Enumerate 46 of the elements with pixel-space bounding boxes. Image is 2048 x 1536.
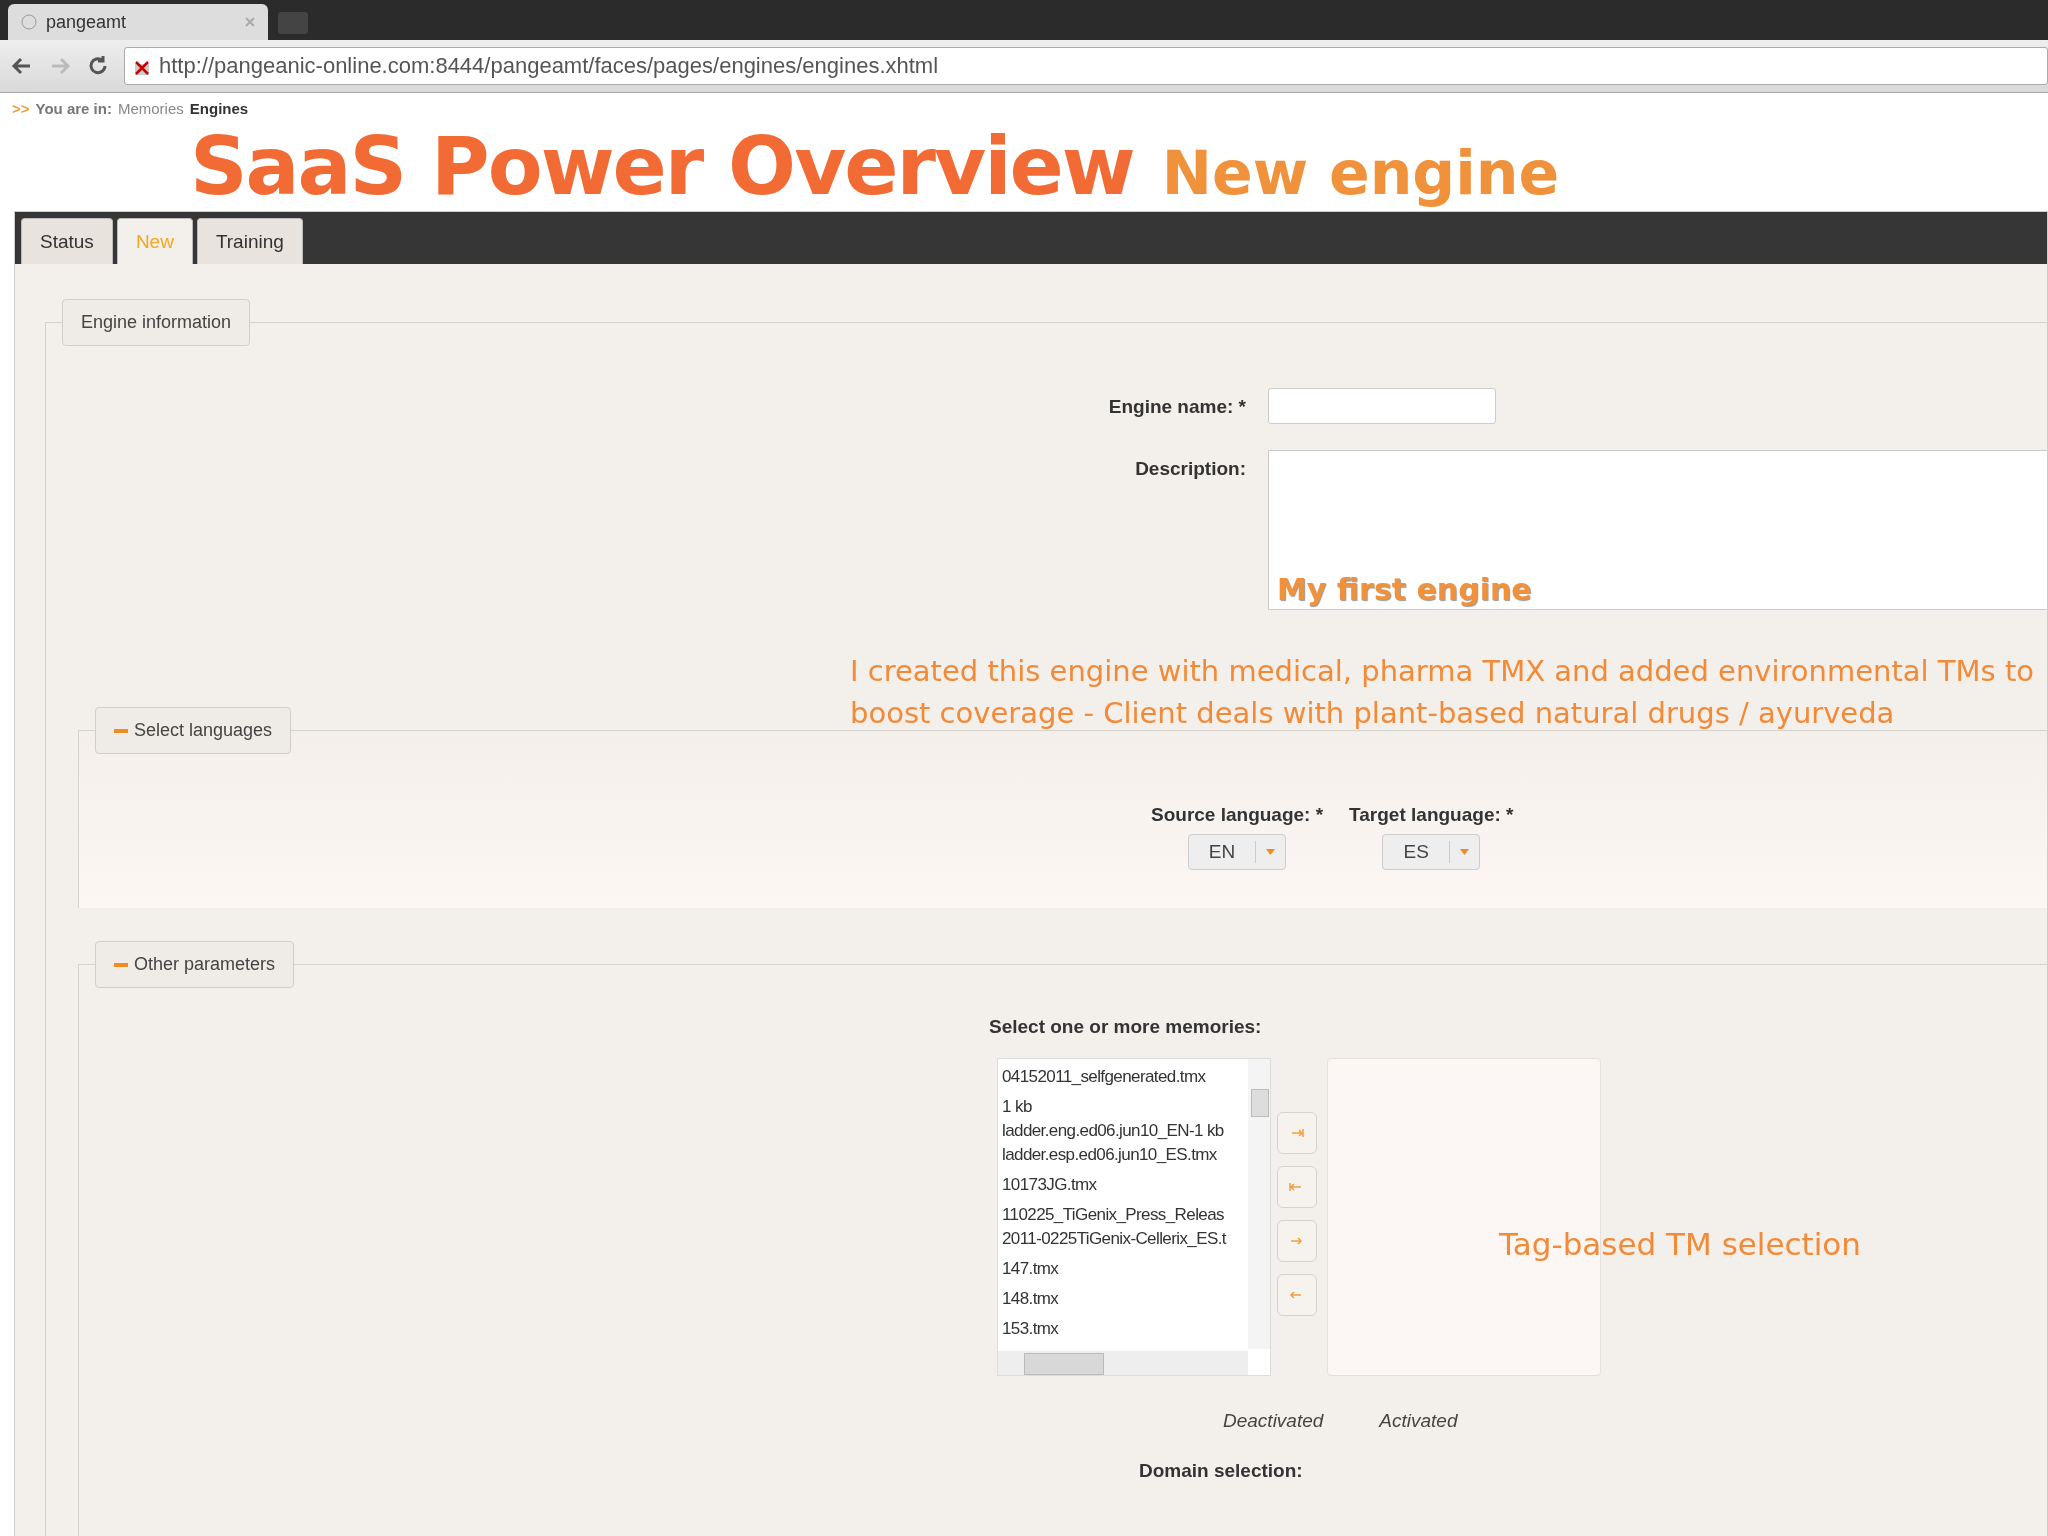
tab[interactable]: Training — [196, 218, 303, 264]
caret-icon — [1266, 849, 1276, 855]
list-item[interactable]: 148.tmx — [1002, 1287, 1244, 1311]
caret-icon — [1460, 849, 1470, 855]
close-icon[interactable] — [244, 16, 256, 28]
domain-selection-label: Domain selection: — [1139, 1460, 1304, 1482]
move-button[interactable] — [1277, 1166, 1317, 1208]
section-toggle[interactable]: Other parameters — [95, 941, 295, 988]
memories-label: Select one or more memories: — [989, 1016, 1263, 1038]
annotation-text: I created this engine with medical, pharma TMX and added environmental TMs to boost coverage - Client deals with plant-based natural drugs / ayurveda — [850, 653, 2035, 732]
scrollbar[interactable] — [1248, 1059, 1270, 1349]
address-bar[interactable]: http://pangeanic-online.com:8444/pangeamt/faces/pages/engines/engines.xhtml — [124, 47, 2048, 85]
deactivated-list[interactable]: 04152011_selfgenerated.tmx 1 kb ladder.eng.ed06.jun10_EN-1 kb ladder.esp.ed06.jun10_ES.tmx 10173JG.tmx 110225_TiGenix_Press_Releas 2011-0225TiGenix-Cellerix_ES.t 147.tmx 148.tmx 153.tmx — [997, 1058, 1271, 1376]
engine-name-label: Engine name: * — [1107, 395, 1246, 418]
source-language-label: Source language: * — [1151, 804, 1324, 826]
browser-tab[interactable]: pangeamt — [8, 4, 268, 40]
scrollbar[interactable] — [998, 1351, 1248, 1375]
move-button[interactable] — [1277, 1112, 1317, 1154]
list-item[interactable]: 10173JG.tmx — [1002, 1173, 1244, 1197]
slide-title: SaaS Power Overview — [190, 123, 1134, 211]
breadcrumb-link[interactable]: Memories — [117, 99, 184, 117]
move-button[interactable] — [1277, 1274, 1317, 1316]
target-language-dropdown[interactable]: ES — [1382, 834, 1481, 870]
description-label: Description: — [1134, 457, 1246, 480]
breadcrumb-label: You are in: — [35, 99, 112, 117]
list-caption: Activated — [1379, 1410, 1458, 1432]
source-language-dropdown[interactable]: EN — [1188, 834, 1287, 870]
tab[interactable]: Status — [21, 218, 113, 264]
callout-text: My first engine — [1277, 572, 1532, 607]
list-caption: Deactivated — [1223, 1410, 1324, 1432]
browser-tab-title: pangeamt — [46, 11, 127, 33]
target-language-label: Target language: * — [1349, 804, 1514, 826]
section-legend: Engine information — [62, 299, 251, 346]
list-item[interactable]: 153.tmx — [1002, 1317, 1244, 1341]
engine-name-field[interactable] — [1268, 388, 1496, 424]
list-item[interactable]: 110225_TiGenix_Press_Releas 2011-0225TiGenix-Cellerix_ES.t — [1002, 1203, 1244, 1251]
breadcrumb-link[interactable]: Engines — [189, 99, 249, 117]
new-tab-button[interactable] — [278, 12, 308, 34]
breadcrumb-marker: >> — [12, 99, 30, 117]
list-item[interactable]: 1 kb ladder.eng.ed06.jun10_EN-1 kb ladder.esp.ed06.jun10_ES.tmx — [1002, 1095, 1244, 1167]
slide-subtitle: New engine — [1161, 137, 1560, 210]
move-button[interactable] — [1277, 1220, 1317, 1262]
callout-text: Tag-based TM selection — [1499, 1226, 1861, 1262]
list-item[interactable]: 147.tmx — [1002, 1257, 1244, 1281]
section-toggle[interactable]: Select languages — [95, 707, 292, 754]
list-item[interactable]: 04152011_selfgenerated.tmx — [1002, 1065, 1244, 1089]
